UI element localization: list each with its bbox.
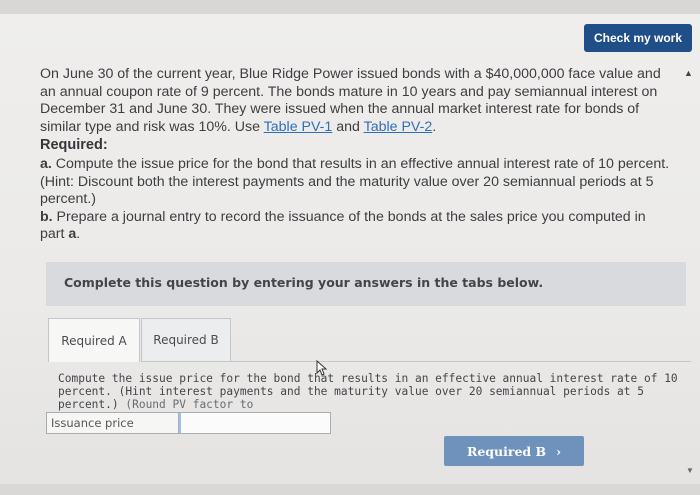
issuance-price-row: Issuance price	[46, 412, 331, 434]
instruction-round-note: (Round PV factor to	[125, 398, 254, 411]
table-pv1-link[interactable]: Table PV-1	[264, 119, 333, 135]
tab-instruction: Compute the issue price for the bond tha…	[58, 372, 688, 411]
issuance-price-label: Issuance price	[47, 413, 179, 433]
required-b-text: Prepare a journal entry to record the is…	[40, 208, 646, 243]
panel-text: Complete this question by entering your …	[64, 275, 544, 290]
mouse-cursor-icon	[316, 360, 328, 376]
problem-joiner: and	[332, 118, 364, 135]
required-a-text: Compute the issue price for the bond tha…	[40, 156, 670, 207]
tab-required-a[interactable]: Required A	[48, 318, 140, 362]
bottom-strip	[0, 484, 700, 495]
next-required-b-button[interactable]: Required B ›	[444, 436, 584, 466]
required-list: a. Compute the issue price for the bond …	[40, 156, 670, 244]
next-button-label: Required B	[466, 443, 547, 459]
required-heading: Required:	[40, 137, 108, 153]
required-b-end: .	[76, 226, 81, 242]
issuance-price-input[interactable]	[179, 413, 330, 433]
tab-required-b[interactable]: Required B	[141, 318, 231, 362]
required-b-letter: b.	[40, 208, 53, 225]
required-a: a. Compute the issue price for the bond …	[40, 156, 670, 209]
table-pv2-link[interactable]: Table PV-2	[364, 119, 433, 135]
scroll-down-icon[interactable]: ▼	[686, 466, 694, 475]
check-my-work-button[interactable]: Check my work	[584, 24, 692, 52]
instructions-panel: Complete this question by entering your …	[46, 262, 686, 306]
required-b: b. Prepare a journal entry to record the…	[40, 209, 670, 244]
problem-statement: On June 30 of the current year, Blue Rid…	[40, 66, 680, 136]
problem-end: .	[432, 118, 437, 135]
top-bar	[0, 0, 700, 14]
scroll-up-icon[interactable]: ▲	[684, 68, 693, 78]
page: Check my work On June 30 of the current …	[0, 0, 700, 495]
required-a-letter: a.	[40, 156, 52, 172]
scrollbar[interactable]: ▲ ▼	[684, 60, 696, 480]
chevron-right-icon: ›	[556, 443, 562, 459]
tab-divider	[231, 361, 691, 362]
